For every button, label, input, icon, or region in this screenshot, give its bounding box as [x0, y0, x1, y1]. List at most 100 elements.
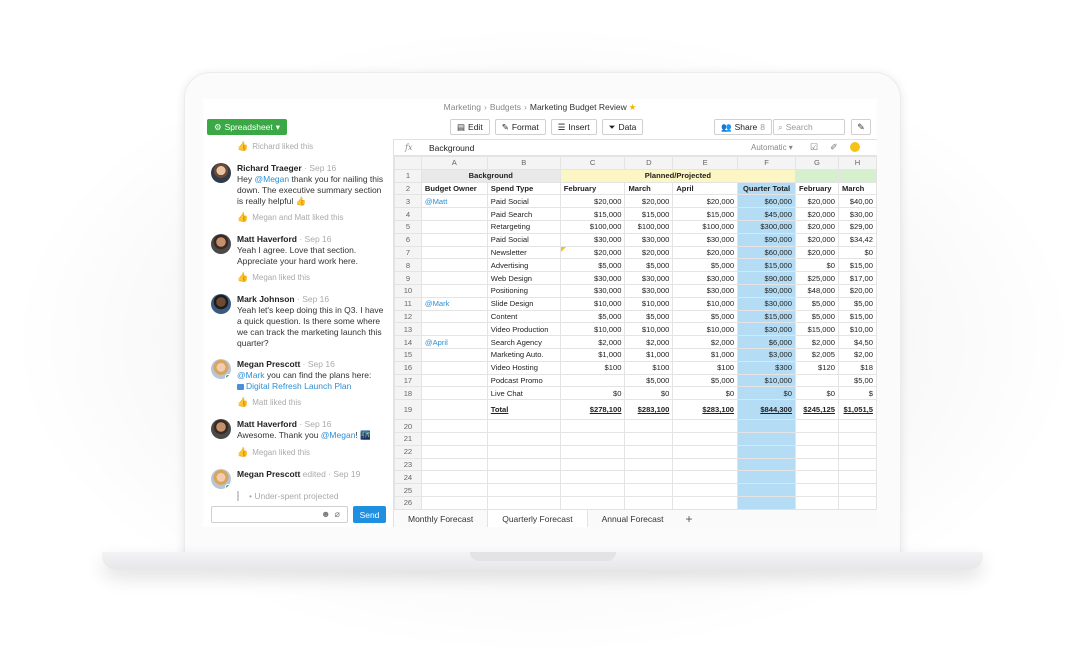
cell[interactable]: $15,000 — [737, 258, 796, 273]
cell[interactable] — [837, 168, 877, 183]
cell[interactable]: $30,00 — [837, 207, 877, 221]
cell[interactable]: $0 — [795, 258, 839, 273]
cell[interactable]: $10,000 — [559, 322, 626, 337]
cell[interactable] — [486, 470, 561, 485]
cell[interactable] — [837, 457, 877, 472]
cell[interactable] — [837, 483, 877, 497]
cell[interactable] — [795, 483, 839, 497]
cell[interactable]: Web Design — [486, 271, 561, 285]
cell[interactable] — [559, 419, 626, 433]
cell[interactable]: $30,000 — [672, 283, 739, 298]
highlight-color-icon[interactable] — [849, 142, 860, 152]
cell[interactable] — [486, 431, 561, 446]
row-header[interactable]: 18 — [394, 386, 422, 401]
cell[interactable] — [624, 470, 674, 485]
cell[interactable]: Marketing Auto. — [486, 347, 561, 362]
cell[interactable]: Total — [486, 399, 561, 421]
cell[interactable] — [672, 419, 739, 433]
cell[interactable] — [737, 495, 796, 509]
cell[interactable]: $2,00 — [837, 347, 877, 362]
cell[interactable]: $300 — [737, 360, 796, 375]
cell[interactable]: $5,000 — [672, 373, 739, 388]
cell[interactable]: $20,000 — [624, 194, 674, 209]
cell[interactable] — [795, 495, 839, 509]
cell[interactable] — [420, 245, 488, 260]
cell[interactable]: $20,000 — [795, 207, 839, 221]
cell[interactable]: $30,000 — [624, 283, 674, 298]
row-header[interactable]: 25 — [394, 483, 422, 497]
cell[interactable]: $100 — [672, 360, 739, 375]
row-header[interactable]: 24 — [394, 470, 422, 485]
cell[interactable]: @April — [420, 335, 488, 349]
cell[interactable]: $15,000 — [559, 207, 626, 221]
cell[interactable] — [795, 431, 839, 446]
cell[interactable]: Video Hosting — [486, 360, 561, 375]
cell[interactable]: $5,000 — [795, 309, 839, 324]
avatar[interactable] — [211, 419, 231, 439]
cell[interactable] — [420, 219, 488, 234]
cell[interactable]: $1,000 — [672, 347, 739, 362]
row-header[interactable]: 22 — [394, 444, 422, 459]
column-title-cell[interactable]: February — [795, 181, 839, 196]
cell[interactable] — [837, 431, 877, 446]
cell[interactable]: $245,125 — [795, 399, 839, 421]
cell[interactable]: $30,000 — [624, 232, 674, 247]
cell[interactable] — [737, 419, 796, 433]
cell[interactable]: $300,000 — [737, 219, 796, 234]
cell[interactable]: $5,000 — [624, 309, 674, 324]
sheet-tab[interactable]: Monthly Forecast — [394, 510, 487, 527]
cell[interactable] — [420, 232, 488, 247]
column-title-cell[interactable]: March — [837, 181, 877, 196]
column-header[interactable]: E — [672, 156, 739, 170]
cell[interactable] — [672, 431, 739, 446]
column-header[interactable]: B — [486, 156, 561, 170]
cell[interactable] — [420, 283, 488, 298]
cell[interactable]: $283,100 — [672, 399, 739, 421]
cell[interactable] — [420, 322, 488, 337]
avatar[interactable] — [211, 469, 231, 489]
cell[interactable]: $18 — [837, 360, 877, 375]
cell[interactable]: $0 — [837, 245, 877, 260]
star-icon[interactable]: ★ — [629, 102, 637, 112]
attachment-icon[interactable]: ⌀ — [334, 509, 339, 520]
cell[interactable]: Retargeting — [486, 219, 561, 234]
cell[interactable]: $30,000 — [559, 232, 626, 247]
cell[interactable]: $30,000 — [559, 271, 626, 285]
cell[interactable] — [624, 431, 674, 446]
cell[interactable] — [795, 168, 839, 183]
column-title-cell[interactable]: Spend Type — [486, 181, 561, 196]
cell[interactable] — [420, 309, 488, 324]
compose-button[interactable]: ✎ — [851, 119, 871, 135]
avatar[interactable] — [211, 234, 231, 254]
message-author[interactable]: Megan Prescott — [237, 469, 300, 479]
message-author[interactable]: Matt Haverford — [237, 234, 297, 244]
cell[interactable]: $20,000 — [559, 194, 626, 209]
cell[interactable] — [420, 399, 488, 421]
cell[interactable]: $2,000 — [624, 335, 674, 349]
cell[interactable]: $40,00 — [837, 194, 877, 209]
share-button[interactable]: 👥 Share 8 — [714, 119, 773, 135]
row-header[interactable]: 26 — [394, 495, 422, 509]
cell[interactable]: $4,50 — [837, 335, 877, 349]
checkbox-icon[interactable]: ☑ — [810, 142, 818, 153]
avatar[interactable] — [211, 294, 231, 314]
cell[interactable]: $15,000 — [795, 322, 839, 337]
sheet-tab[interactable]: Quarterly Forecast — [487, 510, 588, 527]
cell[interactable] — [837, 419, 877, 433]
cell[interactable]: $2,000 — [672, 335, 739, 349]
cell[interactable] — [737, 457, 796, 472]
mention-link[interactable]: @Mark — [237, 370, 265, 380]
cell[interactable]: $0 — [795, 386, 839, 401]
cell[interactable]: $10,000 — [624, 322, 674, 337]
cell[interactable] — [795, 457, 839, 472]
cell[interactable]: $20,000 — [795, 219, 839, 234]
cell[interactable] — [486, 419, 561, 433]
row-header[interactable]: 1 — [394, 168, 422, 183]
send-button[interactable]: Send — [353, 506, 386, 523]
cell[interactable]: Live Chat — [486, 386, 561, 401]
cell[interactable]: $20,000 — [795, 194, 839, 209]
edit-button[interactable]: ▤ Edit — [450, 119, 490, 135]
cell[interactable]: $283,100 — [624, 399, 674, 421]
cell[interactable] — [624, 495, 674, 509]
cell[interactable]: $10,00 — [837, 322, 877, 337]
